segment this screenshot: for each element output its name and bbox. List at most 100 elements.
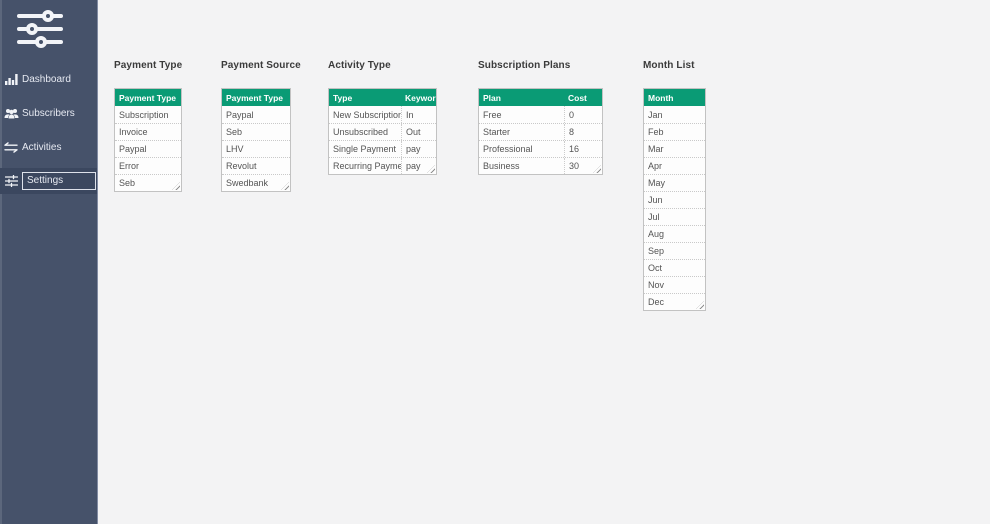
table-row: Subscription: [115, 106, 181, 123]
table-cell: Oct: [644, 260, 705, 276]
table-row: Nov: [644, 276, 705, 293]
table-row: Revolut: [222, 157, 290, 174]
table-row: Error: [115, 157, 181, 174]
table-cell: Out: [401, 124, 436, 140]
table-row: Paypal: [222, 106, 290, 123]
sliders-logo-icon: [17, 10, 63, 48]
table-header-row: TypeKeyword: [329, 89, 436, 106]
table-cell: Dec: [644, 294, 705, 310]
table-row: Single Paymentpay: [329, 140, 436, 157]
table-cell: 16: [564, 141, 602, 157]
table-cell: Seb: [115, 175, 181, 191]
table-cell: Swedbank: [222, 175, 290, 191]
table-cell: Recurring Payment: [329, 158, 401, 174]
table-cell: Error: [115, 158, 181, 174]
table-cell: In: [401, 106, 436, 123]
section-payment-source: Payment Source Payment TypePaypalSebLHVR…: [221, 60, 291, 192]
bar-chart-icon: [3, 73, 19, 85]
table-cell: Mar: [644, 141, 705, 157]
table-row: Starter8: [479, 123, 602, 140]
table-cell: 0: [564, 106, 602, 123]
table-cell: 8: [564, 124, 602, 140]
table-row: Feb: [644, 123, 705, 140]
table-row: Recurring Paymentpay: [329, 157, 436, 174]
table-header-row: Payment Type: [222, 89, 290, 106]
payment-type-table: Payment TypeSubscriptionInvoicePaypalErr…: [114, 88, 182, 192]
table-header-cell: Payment Type: [115, 89, 181, 106]
table-cell: Jan: [644, 106, 705, 123]
table-cell: Jul: [644, 209, 705, 225]
table-cell: Nov: [644, 277, 705, 293]
table-cell: May: [644, 175, 705, 191]
table-header-row: PlanCost: [479, 89, 602, 106]
table-row: New SubscriptionIn: [329, 106, 436, 123]
table-cell: Seb: [222, 124, 290, 140]
table-row: Jul: [644, 208, 705, 225]
sidebar-menu: Dashboard Subscribers: [0, 62, 97, 198]
table-header-cell: Cost: [564, 89, 602, 106]
users-icon: [3, 108, 19, 119]
section-title: Activity Type: [328, 60, 437, 72]
table-row: Sep: [644, 242, 705, 259]
table-row: Invoice: [115, 123, 181, 140]
section-title: Payment Source: [221, 60, 291, 72]
table-row: Dec: [644, 293, 705, 310]
table-cell: Sep: [644, 243, 705, 259]
section-subscription-plans: Subscription Plans PlanCostFree0Starter8…: [478, 60, 603, 175]
table-cell: Subscription: [115, 106, 181, 123]
table-cell: Unsubscribed: [329, 124, 401, 140]
table-cell: LHV: [222, 141, 290, 157]
table-header-row: Month: [644, 89, 705, 106]
table-row: Oct: [644, 259, 705, 276]
sidebar-item-subscribers[interactable]: Subscribers: [0, 96, 97, 130]
table-cell: Revolut: [222, 158, 290, 174]
table-row: Seb: [222, 123, 290, 140]
table-cell: Business: [479, 158, 564, 174]
table-row: May: [644, 174, 705, 191]
transfer-arrows-icon: [3, 142, 19, 153]
table-cell: Free: [479, 106, 564, 123]
subscription-plans-table: PlanCostFree0Starter8Professional16Busin…: [478, 88, 603, 175]
table-row: Free0: [479, 106, 602, 123]
table-cell: Aug: [644, 226, 705, 242]
table-row: LHV: [222, 140, 290, 157]
sidebar-item-label: Dashboard: [22, 74, 71, 85]
table-row: Apr: [644, 157, 705, 174]
sidebar-item-dashboard[interactable]: Dashboard: [0, 62, 97, 96]
section-month-list: Month List MonthJanFebMarAprMayJunJulAug…: [643, 60, 706, 311]
app-window: Dashboard Subscribers: [0, 0, 990, 524]
payment-source-table: Payment TypePaypalSebLHVRevolutSwedbank: [221, 88, 291, 192]
table-row: Aug: [644, 225, 705, 242]
sliders-icon: [3, 175, 19, 187]
table-row: Jun: [644, 191, 705, 208]
sidebar-item-label: Subscribers: [22, 108, 75, 119]
table-row: Business30: [479, 157, 602, 174]
table-cell: Paypal: [115, 141, 181, 157]
table-cell: Single Payment: [329, 141, 401, 157]
section-title: Payment Type: [114, 60, 182, 72]
table-header-cell: Month: [644, 89, 705, 106]
table-cell: Invoice: [115, 124, 181, 140]
section-title: Subscription Plans: [478, 60, 603, 72]
table-cell: pay: [401, 141, 436, 157]
table-cell: Apr: [644, 158, 705, 174]
app-logo: [17, 10, 63, 48]
section-payment-type: Payment Type Payment TypeSubscriptionInv…: [114, 60, 182, 192]
sidebar-item-activities[interactable]: Activities: [0, 130, 97, 164]
table-header-cell: Plan: [479, 89, 564, 106]
table-header-cell: Keyword: [401, 89, 436, 106]
table-cell: Professional: [479, 141, 564, 157]
table-cell: Starter: [479, 124, 564, 140]
sidebar-item-settings[interactable]: Settings: [0, 168, 97, 194]
table-row: Seb: [115, 174, 181, 191]
sidebar: Dashboard Subscribers: [0, 0, 98, 524]
table-cell: Feb: [644, 124, 705, 140]
table-row: UnsubscribedOut: [329, 123, 436, 140]
table-row: Swedbank: [222, 174, 290, 191]
table-cell: Jun: [644, 192, 705, 208]
table-header-cell: Payment Type: [222, 89, 290, 106]
table-row: Jan: [644, 106, 705, 123]
section-title: Month List: [643, 60, 706, 72]
activity-type-table: TypeKeywordNew SubscriptionInUnsubscribe…: [328, 88, 437, 175]
table-row: Professional16: [479, 140, 602, 157]
